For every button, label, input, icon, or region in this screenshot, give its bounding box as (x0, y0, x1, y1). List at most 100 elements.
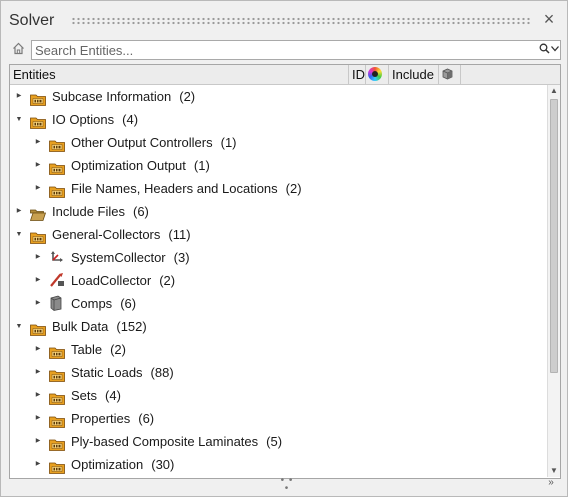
collapsed-arrow-icon[interactable]: ▶ (33, 384, 43, 407)
entities-tree-grid: Entities ID Include ▶ Subcase Information… (9, 64, 561, 479)
tree-item-count: (2) (159, 273, 176, 288)
tree-item-label: Bulk Data (52, 319, 109, 334)
tree-item-label: Table (71, 342, 103, 357)
column-header-include[interactable]: Include (389, 65, 439, 84)
panel-titlebar[interactable]: Solver × (1, 1, 567, 37)
collapsed-arrow-icon[interactable]: ▶ (33, 361, 43, 384)
load-collector-icon (49, 272, 65, 287)
expanded-arrow-icon[interactable]: ▼ (14, 223, 24, 246)
tree-item-label: Sets (71, 388, 98, 403)
tree-rows: ▶ Subcase Information (2) ▼ IO Options (4) ▶ Ot… (10, 85, 546, 477)
tree-item-count: (1) (220, 135, 237, 150)
collapsed-arrow-icon[interactable]: ▶ (33, 269, 43, 292)
search-icon[interactable] (539, 42, 550, 57)
tree-row[interactable]: ▶ Optimization (30) (10, 453, 546, 476)
tree-item-label: IO Options (52, 112, 115, 127)
folder-icon (30, 113, 46, 129)
collapsed-arrow-icon[interactable]: ▶ (33, 131, 43, 154)
tree-item-count: (4) (105, 388, 121, 403)
resize-grip-icon[interactable]: • • • (277, 476, 297, 494)
tree-row[interactable]: ▶ Optimization Output (1) (10, 154, 546, 177)
collapsed-arrow-icon[interactable]: ▶ (33, 154, 43, 177)
folder-icon (49, 435, 65, 451)
collapsed-arrow-icon[interactable]: ▶ (14, 200, 24, 223)
tree-item-count: (1) (193, 158, 210, 173)
tree-item-label: Properties (71, 411, 131, 426)
tree-row[interactable]: ▼ General-Collectors (11) (10, 223, 546, 246)
collapsed-arrow-icon[interactable]: ▶ (33, 292, 43, 315)
tree-item-label: Subcase Information (52, 89, 172, 104)
tree-row[interactable]: ▶ Table (2) (10, 338, 546, 361)
tree-row[interactable]: ▶ File Names, Headers and Locations (2) (10, 177, 546, 200)
home-icon[interactable] (12, 42, 26, 56)
tree-item-count: (152) (116, 319, 147, 334)
collapsed-arrow-icon[interactable]: ▶ (33, 338, 43, 361)
tree-item-label: Other Output Controllers (71, 135, 213, 150)
collapsed-arrow-icon[interactable]: ▶ (33, 246, 43, 269)
tree-row[interactable]: ▶ Other Output Controllers (1) (10, 131, 546, 154)
tree-row[interactable]: ▶ LoadCollector (2) (10, 269, 546, 292)
tree-item-count: (2) (179, 89, 196, 104)
collapsed-arrow-icon[interactable]: ▶ (33, 177, 43, 200)
folder-icon (49, 458, 65, 474)
tree-row[interactable]: ▶ Sets (4) (10, 384, 546, 407)
tree-item-count: (6) (132, 204, 149, 219)
tree-item-count: (2) (285, 181, 302, 196)
solver-panel: Solver × Entities ID Include (0, 0, 568, 497)
system-collector-icon (49, 249, 65, 262)
grid-header: Entities ID Include (10, 65, 560, 85)
collapsed-arrow-icon[interactable]: ▶ (33, 407, 43, 430)
open-folder-icon (29, 205, 47, 221)
tree-row[interactable]: ▶ SystemCollector (3) (10, 246, 546, 269)
tree-row[interactable]: ▶ Ply-based Composite Laminates (5) (10, 430, 546, 453)
collapse-up-icon[interactable]: » (545, 478, 557, 488)
tree-item-count: (2) (110, 342, 126, 357)
scroll-down-icon[interactable]: ▼ (548, 465, 560, 477)
tree-row[interactable]: ▶ Subcase Information (2) (10, 85, 546, 108)
folder-icon (30, 228, 46, 244)
folder-icon (49, 366, 65, 382)
cube-icon (442, 68, 453, 80)
expanded-arrow-icon[interactable]: ▼ (14, 108, 24, 131)
search-row (1, 39, 567, 61)
expanded-arrow-icon[interactable]: ▼ (14, 315, 24, 338)
chevron-down-icon[interactable] (551, 44, 559, 54)
tree-item-count: (5) (266, 434, 283, 449)
vertical-scrollbar[interactable]: ▲ ▼ (547, 85, 560, 477)
collapsed-arrow-icon[interactable]: ▶ (33, 453, 43, 476)
tree-item-label: Optimization Output (71, 158, 186, 173)
tree-item-label: General-Collectors (52, 227, 161, 242)
folder-icon (49, 343, 65, 359)
scrollbar-thumb[interactable] (550, 99, 558, 373)
collapsed-arrow-icon[interactable]: ▶ (33, 430, 43, 453)
tree-row[interactable]: ▶ Static Loads (88) (10, 361, 546, 384)
close-icon[interactable]: × (541, 10, 557, 28)
folder-icon (49, 136, 65, 152)
tree-item-label: LoadCollector (71, 273, 152, 288)
folder-icon (49, 389, 65, 405)
tree-row[interactable]: ▶ Include Files (6) (10, 200, 546, 223)
tree-item-label: SystemCollector (71, 250, 166, 265)
tree-item-count: (6) (120, 296, 137, 311)
collapsed-arrow-icon[interactable]: ▶ (14, 85, 24, 108)
column-header-id[interactable]: ID (349, 65, 366, 84)
panel-title: Solver (9, 12, 55, 29)
scroll-up-icon[interactable]: ▲ (548, 85, 560, 97)
column-header-entities[interactable]: Entities (10, 65, 349, 84)
search-box (31, 40, 561, 60)
component-icon (49, 295, 65, 311)
tree-item-count: (3) (173, 250, 190, 265)
tree-item-label: Include Files (52, 204, 125, 219)
tree-row[interactable]: ▼ Bulk Data (152) (10, 315, 546, 338)
tree-row[interactable]: ▼ IO Options (4) (10, 108, 546, 131)
drag-grip[interactable] (71, 17, 531, 25)
tree-item-count: (4) (122, 112, 139, 127)
folder-icon (49, 412, 65, 428)
tree-row[interactable]: ▶ Properties (6) (10, 407, 546, 430)
tree-item-label: Comps (71, 296, 113, 311)
tree-item-count: (30) (151, 457, 175, 472)
tree-item-label: Optimization (71, 457, 144, 472)
tree-row[interactable]: ▶ Comps (6) (10, 292, 546, 315)
search-input[interactable] (35, 41, 525, 59)
tree-item-count: (6) (138, 411, 155, 426)
